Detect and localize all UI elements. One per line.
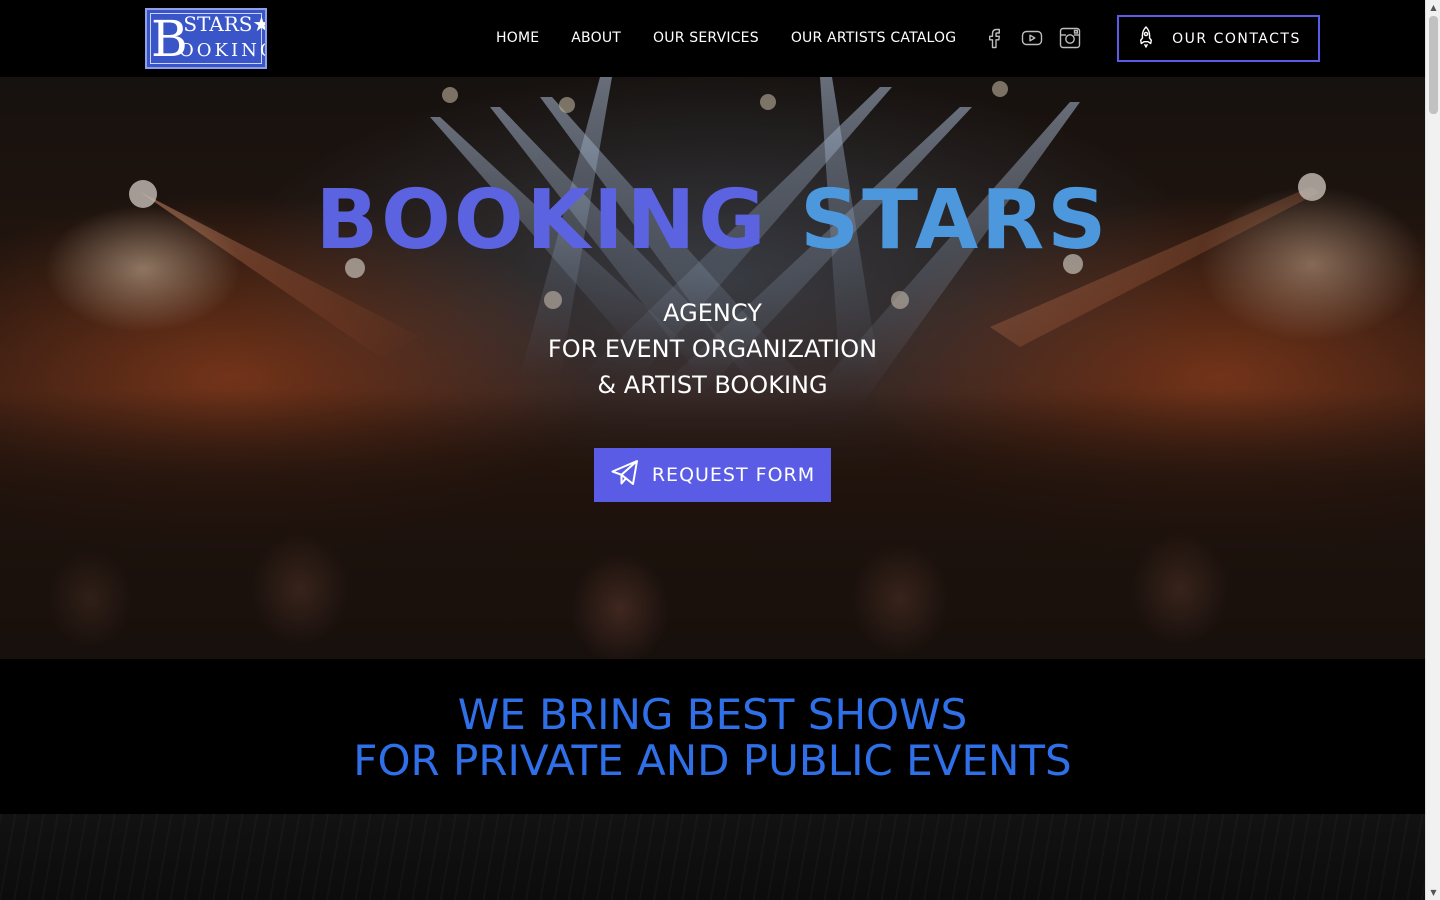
main-nav: HOME ABOUT OUR SERVICES OUR ARTISTS CATA… — [480, 28, 972, 48]
scroll-up-arrow-icon[interactable]: ▲ — [1426, 0, 1440, 15]
our-contacts-label: OUR CONTACTS — [1172, 30, 1301, 47]
page: B ·STARS★ OOKING HOME ABOUT OUR SERVICES… — [0, 0, 1425, 900]
site-header: B ·STARS★ OOKING HOME ABOUT OUR SERVICES… — [0, 0, 1425, 77]
hero-title: BOOKING STARS — [0, 173, 1425, 269]
facebook-icon[interactable] — [982, 26, 1006, 50]
hero-subtitle-line3: & ARTIST BOOKING — [597, 371, 828, 399]
paper-plane-icon — [610, 458, 640, 493]
request-form-button[interactable]: REQUEST FORM — [594, 448, 831, 502]
scroll-down-arrow-icon[interactable]: ▼ — [1426, 885, 1440, 900]
rocket-icon — [1136, 25, 1156, 52]
social-links — [982, 26, 1082, 50]
nav-home[interactable]: HOME — [480, 28, 555, 48]
tagline-line2: FOR PRIVATE AND PUBLIC EVENTS — [353, 736, 1072, 785]
request-form-label: REQUEST FORM — [651, 464, 816, 486]
logo-stars-text: ·STARS★ — [177, 12, 265, 36]
nav-artists-catalog[interactable]: OUR ARTISTS CATALOG — [775, 28, 972, 48]
hero-subtitle: AGENCY FOR EVENT ORGANIZATION & ARTIST B… — [0, 295, 1425, 403]
logo[interactable]: B ·STARS★ OOKING — [145, 8, 267, 69]
hero-subtitle-line2: FOR EVENT ORGANIZATION — [547, 335, 878, 363]
instagram-icon[interactable] — [1058, 26, 1082, 50]
next-section-preview — [0, 814, 1425, 900]
nav-services[interactable]: OUR SERVICES — [637, 28, 775, 48]
page-scrollbar[interactable]: ▲ ▼ — [1425, 0, 1440, 900]
hero-section: BOOKING STARS AGENCY FOR EVENT ORGANIZAT… — [0, 77, 1425, 659]
nav-about[interactable]: ABOUT — [555, 28, 637, 48]
hero-subtitle-line1: AGENCY — [663, 299, 762, 327]
logo-line1: STARS — [183, 12, 253, 36]
youtube-icon[interactable] — [1020, 26, 1044, 50]
tagline-line1: WE BRING BEST SHOWS — [457, 690, 968, 739]
hero-title-word1: BOOKING — [315, 173, 769, 268]
hero-title-word2: STARS — [800, 173, 1110, 268]
tagline-section: WE BRING BEST SHOWS FOR PRIVATE AND PUBL… — [0, 659, 1425, 814]
logo-booking-text: OOKING — [179, 40, 265, 61]
scroll-thumb[interactable] — [1429, 16, 1438, 114]
our-contacts-button[interactable]: OUR CONTACTS — [1117, 15, 1320, 62]
